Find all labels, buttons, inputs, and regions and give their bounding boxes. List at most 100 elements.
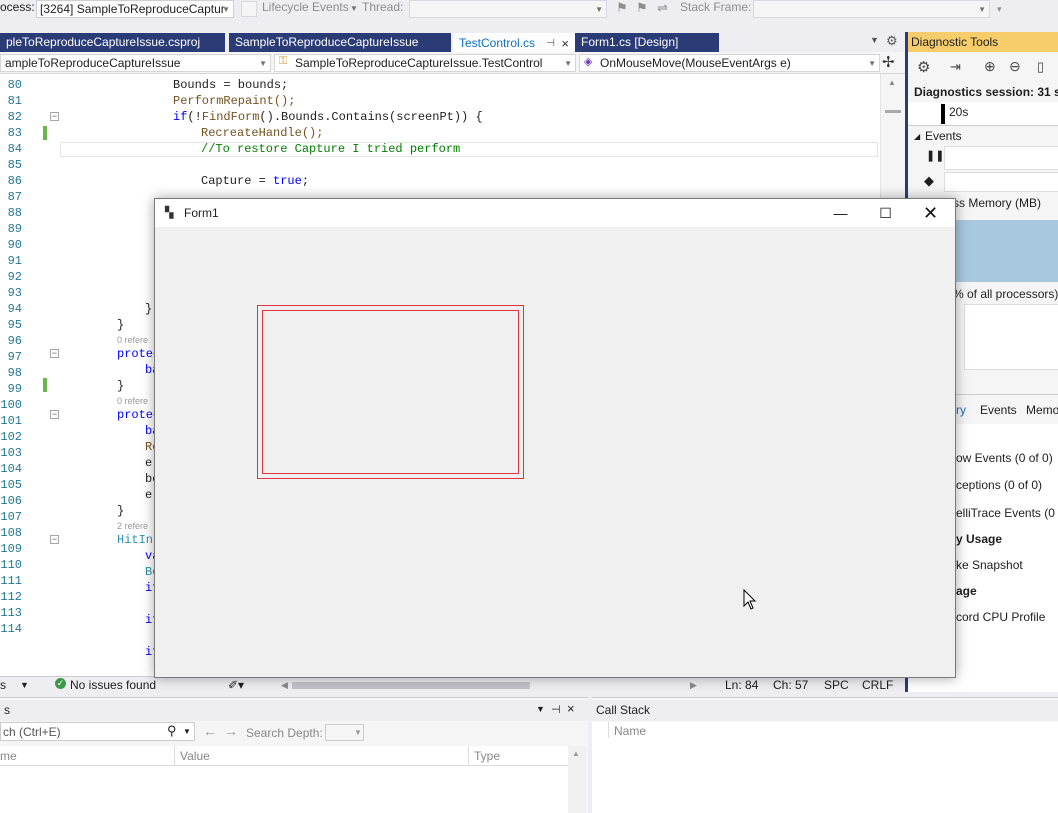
exceptions-link[interactable]: ceptions (0 of 0) [956,478,1042,492]
method-icon: ◈ [584,56,593,68]
column-name[interactable]: me [0,749,17,763]
member-dropdown[interactable]: ◈ OnMouseMove(MouseEventArgs e) ▼ [579,54,880,72]
form1-title-bar[interactable]: ▚ Form1 — ☐ ✕ [155,199,955,227]
forward-arrow-icon[interactable]: → [224,723,238,739]
timeline-cursor[interactable] [941,104,945,124]
search-depth-dropdown[interactable]: ▼ [325,724,364,741]
zoom-out-icon[interactable]: ⊖ [1009,58,1021,75]
close-icon[interactable]: × [567,701,575,716]
column-name[interactable]: Name [614,724,646,738]
gear-icon[interactable]: ⚙ [886,33,898,49]
search-icon[interactable]: ⚲ [167,723,177,739]
locals-scrollbar[interactable]: ▲ [568,746,586,813]
timeline-ruler[interactable]: 20s [908,102,1058,126]
whitespace-indicator[interactable]: SPC [824,678,849,692]
form1-title: Form1 [184,206,219,220]
cpu-usage-heading: age [956,584,977,598]
column-divider[interactable] [468,746,469,766]
column-divider[interactable] [174,746,175,766]
zoom-text[interactable]: s [0,678,6,692]
tab-memory[interactable]: Memo [1026,403,1058,417]
overflow-icon[interactable]: ▾ [997,4,1002,15]
codelens-references[interactable]: 2 refere [117,521,148,531]
line-ending-indicator[interactable]: CRLF [862,678,893,692]
codelens-references[interactable]: 0 refere [117,396,148,406]
cpu-header: % of all processors) [953,287,1058,301]
line-number: 110 [0,558,22,572]
scroll-up-icon[interactable]: ▲ [888,78,896,87]
test-control[interactable] [257,305,524,479]
close-button[interactable]: ✕ [908,199,953,227]
class-dropdown[interactable]: ⚿ SampleToReproduceCaptureIssue.TestCont… [274,54,576,72]
intellitrace-link[interactable]: elliTrace Events (0 c [956,506,1058,520]
maximize-button[interactable]: ☐ [863,199,908,227]
thread-dropdown[interactable]: ▼ [409,0,607,18]
form1-window[interactable]: ▚ Form1 — ☐ ✕ [154,198,956,678]
swap-icon[interactable]: ⇌ [657,0,668,16]
column-type[interactable]: Type [474,749,500,763]
stack-frame-dropdown[interactable]: ▼ [753,0,990,18]
minimize-button[interactable]: — [818,199,863,227]
close-icon[interactable]: × [561,36,569,51]
tab-label: pleToReproduceCaptureIssue.csproj [6,35,201,49]
lifecycle-events-dropdown[interactable]: Lifecycle Events [262,0,349,14]
project-dropdown[interactable]: ampleToReproduceCaptureIssue ▼ [0,54,271,72]
tab-events[interactable]: Events [980,403,1017,417]
column-value[interactable]: Value [180,749,210,763]
locals-body [0,766,568,813]
line-number: 107 [0,510,22,524]
process-dropdown[interactable]: [3264] SampleToReproduceCaptur ▼ [36,0,234,18]
line-number: 113 [0,606,22,620]
scroll-up-icon[interactable]: ▲ [572,749,580,758]
cpu-graph [964,304,1058,370]
chevron-down-icon[interactable]: ▼ [20,680,29,690]
flag-icon[interactable]: ⚑ [616,0,628,16]
record-cpu-button[interactable]: cord CPU Profile [956,610,1045,624]
tab-csproj[interactable]: pleToReproduceCaptureIssue.csproj [0,33,225,52]
show-events-link[interactable]: ow Events (0 of 0) [956,451,1053,465]
horizontal-scroll-thumb[interactable] [292,682,530,689]
collapse-icon[interactable]: − [50,535,59,544]
take-snapshot-button[interactable]: ke Snapshot [956,558,1023,572]
tab-list-icon[interactable]: ▼ [870,35,879,45]
check-circle-icon: ✓ [55,678,66,689]
gear-icon[interactable]: ⚙ [917,58,930,76]
scroll-right-icon[interactable]: ▶ [690,680,697,691]
reset-zoom-icon[interactable]: ▯ [1037,59,1044,75]
pause-icon[interactable]: ❚❚ [926,149,944,162]
navigation-bar: ampleToReproduceCaptureIssue ▼ ⚿ SampleT… [0,52,905,74]
collapse-icon[interactable]: − [50,410,59,419]
tab-label: Form1.cs [Design] [581,35,679,49]
chevron-down-icon[interactable]: ▼ [536,704,545,714]
search-input[interactable]: ch (Ctrl+E) ⚲ ▼ [0,722,195,741]
pin-icon[interactable]: ⊣ [551,703,561,716]
back-arrow-icon[interactable]: ← [203,723,217,739]
filter-icon[interactable]: ⚑ [636,0,648,16]
collapse-icon[interactable]: − [50,349,59,358]
call-stack-header: Call Stack [592,700,1058,721]
project-value: ampleToReproduceCaptureIssue [5,56,181,70]
zoom-in-icon[interactable]: ⊕ [984,58,996,75]
tab-summary[interactable]: ry [956,403,966,417]
brush-icon[interactable]: ✐▾ [228,678,244,692]
column-divider[interactable] [608,722,609,738]
chevron-down-icon[interactable]: ▼ [183,727,191,736]
expand-icon[interactable]: ◢ [914,132,920,141]
tab-form1-design[interactable]: Form1.cs [Design] [575,33,719,52]
line-number: 91 [7,254,22,268]
tab-testcontrol[interactable]: TestControl.cs ⊣ × [453,33,575,52]
codelens-references[interactable]: 0 refere [117,335,148,345]
scroll-left-icon[interactable]: ◀ [281,680,288,691]
split-icon[interactable]: ✢ [882,53,895,71]
code-line-83: RecreateHandle(); [201,126,324,140]
line-number: 111 [0,574,22,588]
collapse-icon[interactable]: − [50,112,59,121]
tab-project[interactable]: SampleToReproduceCaptureIssue [229,33,451,52]
process-value: [3264] SampleToReproduceCaptur [40,2,225,16]
export-icon[interactable]: ⇥ [950,59,961,75]
pin-icon[interactable]: ⊣ [546,38,555,49]
diamond-icon: ◆ [924,173,934,188]
issues-status[interactable]: No issues found [70,678,156,692]
locals-pane-header: s ▼ ⊣ × [0,700,588,721]
member-value: OnMouseMove(MouseEventArgs e) [600,56,791,70]
